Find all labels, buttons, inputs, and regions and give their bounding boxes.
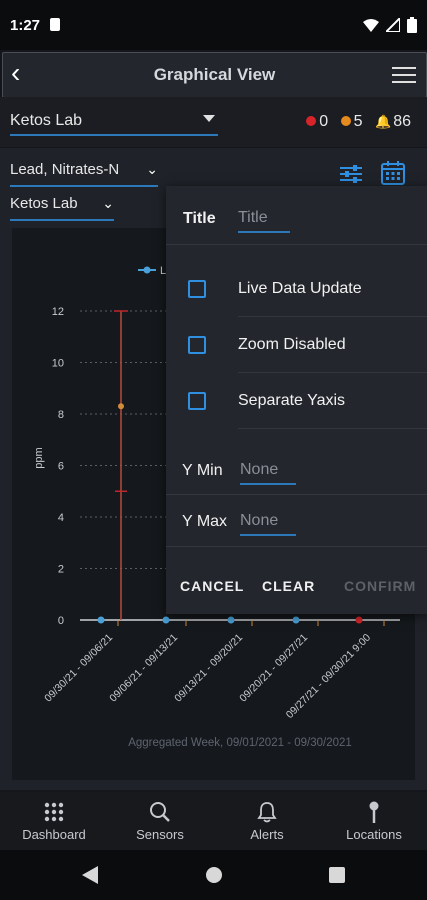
y-tick-label: 6: [58, 461, 64, 473]
page-title: Graphical View: [153, 65, 276, 84]
confirm-button[interactable]: CONFIRM: [344, 578, 416, 594]
clear-button[interactable]: CLEAR: [262, 578, 315, 594]
separate-yaxis-label: Separate Yaxis: [238, 392, 346, 409]
series-point: [162, 616, 170, 624]
ymin-label: Y Min: [182, 462, 223, 479]
error-bar-mean-point: [118, 403, 124, 410]
live-data-checkbox[interactable]: [188, 280, 206, 298]
location-dropdown-value: Ketos Lab: [10, 195, 78, 212]
recents-square-icon[interactable]: [329, 867, 345, 883]
title-label: Title: [183, 210, 216, 227]
search-icon: [150, 802, 170, 822]
wifi-icon: [362, 19, 379, 33]
filter-sliders-icon[interactable]: [338, 162, 364, 186]
ymax-input[interactable]: None: [240, 512, 296, 536]
y-tick-label: 2: [58, 564, 64, 576]
status-icons: [362, 15, 417, 34]
y-tick-label: 12: [52, 306, 64, 318]
signal-icon: [383, 15, 401, 34]
y-tick-label: 4: [58, 512, 64, 524]
chart-settings-popup: Title Title Live Data Update Zoom Disabl…: [166, 186, 427, 614]
red-status-dot-icon: [306, 116, 317, 126]
orange-count: 5: [353, 113, 363, 130]
top-filter-bar: Ketos Lab 0 5 🔔 86: [0, 97, 427, 147]
divider: [238, 428, 427, 429]
title-input[interactable]: Title: [238, 209, 290, 233]
lab-dropdown[interactable]: Ketos Lab: [10, 112, 218, 136]
bell-icon: [257, 802, 277, 823]
nav-sensors[interactable]: Sensors: [115, 800, 205, 842]
nav-alerts[interactable]: Alerts: [222, 800, 312, 842]
pin-icon: [369, 801, 379, 823]
battery-icon: [407, 17, 417, 34]
divider: [166, 546, 427, 547]
series-point: [292, 616, 300, 624]
zoom-disabled-checkbox[interactable]: [188, 336, 206, 354]
status-bar: 1:27: [0, 0, 427, 50]
divider: [238, 316, 427, 317]
back-triangle-icon[interactable]: [82, 866, 98, 884]
live-data-label: Live Data Update: [238, 280, 362, 297]
y-axis-label: ppm: [33, 447, 45, 468]
chart-tools: [338, 160, 408, 186]
separate-yaxis-checkbox[interactable]: [188, 392, 206, 410]
status-time: 1:27: [10, 17, 41, 34]
lab-dropdown-value: Ketos Lab: [10, 112, 83, 129]
divider: [166, 494, 427, 495]
nav-label: Sensors: [136, 827, 184, 842]
cancel-button[interactable]: CANCEL: [180, 578, 244, 594]
legend-marker: [143, 266, 151, 274]
bottom-navigation: Dashboard Sensors Alerts Locations: [0, 792, 427, 850]
zoom-disabled-label: Zoom Disabled: [238, 336, 346, 353]
nav-label: Dashboard: [22, 827, 86, 842]
popup-actions: CANCEL CLEAR CONFIRM: [166, 558, 427, 614]
grid-icon: [44, 802, 64, 822]
series-point: [355, 616, 363, 624]
y-tick-label: 8: [58, 409, 64, 421]
divider: [238, 372, 427, 373]
nav-dashboard[interactable]: Dashboard: [9, 800, 99, 842]
parameter-dropdown-value: Lead, Nitrates-N: [10, 161, 120, 178]
sim-card-icon: [50, 18, 60, 31]
chevron-down-icon: ⌄: [102, 195, 114, 211]
location-dropdown[interactable]: Ketos Lab ⌄: [10, 195, 114, 221]
y-tick-label: 10: [52, 358, 64, 370]
parameter-dropdown[interactable]: Lead, Nitrates-N ⌄: [10, 161, 158, 187]
ymin-input[interactable]: None: [240, 461, 296, 485]
series-point: [97, 616, 105, 624]
nav-label: Alerts: [250, 827, 284, 842]
chart-footer-caption: Aggregated Week, 09/01/2021 - 09/30/2021: [128, 737, 352, 749]
orange-status-dot-icon: [340, 116, 351, 126]
home-circle-icon[interactable]: [205, 866, 223, 884]
divider: [166, 244, 427, 245]
chevron-down-icon: ⌄: [146, 161, 158, 177]
nav-label: Locations: [346, 827, 402, 842]
app-header: ‹ Graphical View: [2, 52, 427, 98]
alert-counters: 0 5 🔔 86: [298, 113, 411, 131]
hamburger-menu-icon[interactable]: [392, 67, 416, 88]
bell-icon: 🔔: [375, 114, 392, 129]
y-tick-label: 0: [58, 615, 64, 627]
nav-locations[interactable]: Locations: [329, 800, 419, 842]
system-navigation-bar: [0, 850, 427, 900]
ymax-label: Y Max: [182, 513, 228, 530]
calendar-icon[interactable]: [380, 160, 406, 186]
caret-down-icon: [203, 115, 215, 122]
series-point: [227, 616, 235, 624]
red-count: 0: [319, 113, 329, 130]
bell-count: 86: [393, 113, 411, 130]
